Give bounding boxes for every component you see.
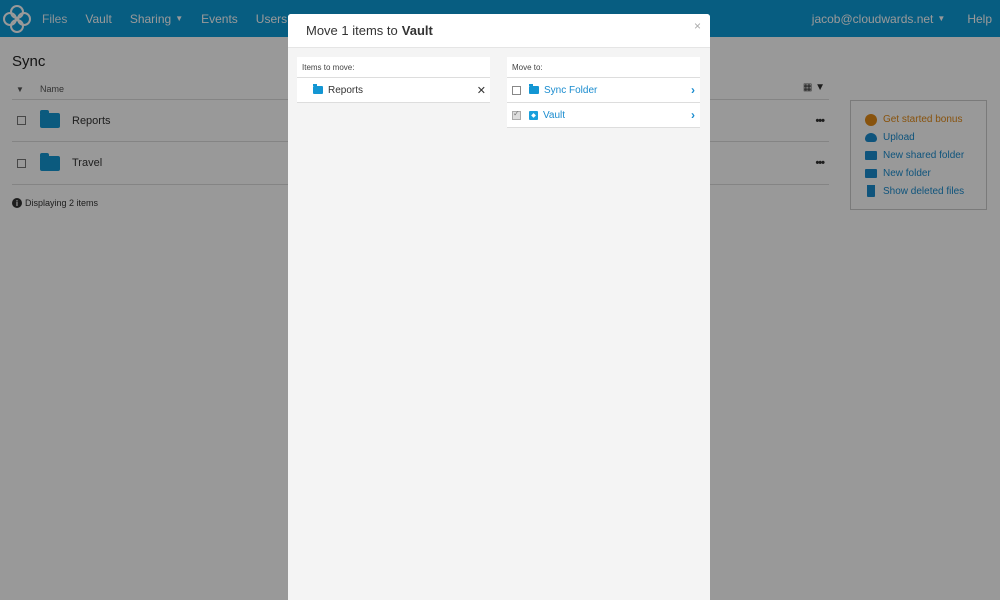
chevron-right-icon[interactable]: › xyxy=(691,108,695,122)
item-name: Reports xyxy=(328,84,364,96)
remove-item-icon[interactable]: ✕ xyxy=(477,84,486,97)
destination-checkbox[interactable] xyxy=(512,85,521,95)
destination-sync-folder[interactable]: Sync Folder xyxy=(544,85,597,96)
move-items-dialog: Move 1 items to Vault × Items to move: R… xyxy=(288,14,710,600)
destination-vault[interactable]: Vault xyxy=(543,110,565,121)
list-item[interactable]: Sync Folder › xyxy=(507,78,700,103)
move-to-panel: Move to: Sync Folder › ◆ Vault › xyxy=(507,57,700,128)
folder-icon xyxy=(529,84,539,94)
dialog-title-target: Vault xyxy=(401,23,433,38)
folder-icon xyxy=(313,84,323,94)
move-to-label: Move to: xyxy=(507,57,700,78)
vault-icon: ◆ xyxy=(529,110,538,120)
dialog-title-prefix: Move 1 items to xyxy=(306,23,398,38)
dialog-header: Move 1 items to Vault × xyxy=(288,14,710,48)
destination-checkbox[interactable] xyxy=(512,109,521,120)
items-to-move-panel: Items to move: Reports ✕ xyxy=(297,57,490,103)
items-to-move-label: Items to move: xyxy=(297,57,490,78)
close-icon[interactable]: × xyxy=(694,19,701,33)
chevron-right-icon[interactable]: › xyxy=(691,83,695,97)
list-item: Reports ✕ xyxy=(297,78,490,103)
list-item[interactable]: ◆ Vault › xyxy=(507,103,700,128)
